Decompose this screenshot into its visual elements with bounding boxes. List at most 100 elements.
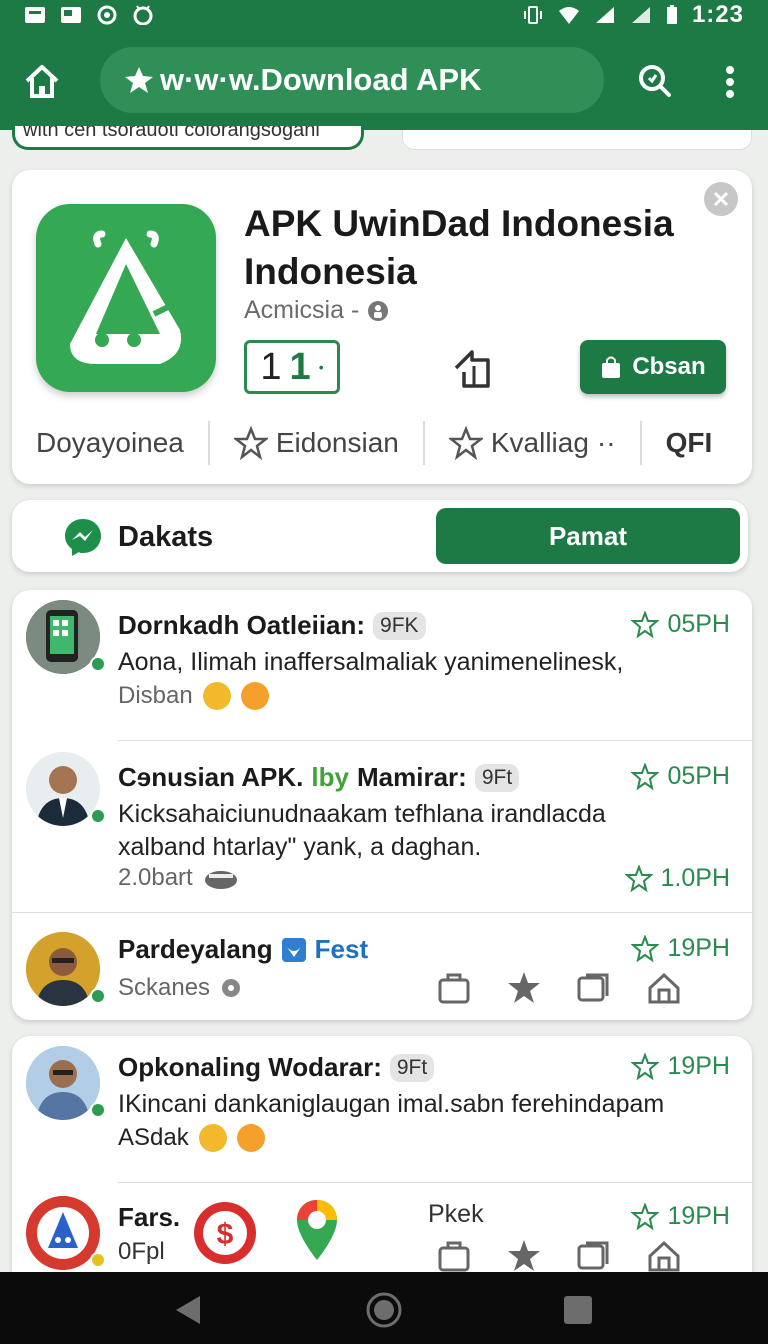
cards-icon[interactable] [576, 970, 612, 1006]
star-icon [125, 67, 153, 93]
rating-digit: 1 [260, 345, 282, 388]
rating-box: 1 1 • [244, 340, 340, 394]
star-outline-icon [631, 1202, 660, 1230]
star-outline-icon [448, 426, 483, 460]
more-vert-icon[interactable] [720, 62, 740, 102]
review-sub: 0Fрl [118, 1238, 165, 1265]
cards-icon[interactable] [576, 1238, 612, 1274]
review-badge: 9Ft [474, 763, 520, 792]
review-time[interactable]: 19PH [631, 1052, 730, 1081]
star-filled-icon[interactable] [506, 1238, 542, 1274]
review-item[interactable]: Pardeyalang Fest 19PH Sckanes [12, 914, 752, 1014]
review-sub: ASdak [118, 1124, 265, 1152]
avatar [26, 600, 100, 674]
battery-icon [666, 5, 677, 24]
angry-emoji-icon [240, 682, 269, 710]
review-item[interactable]: Opkonaling Wodarar: 9Ft 19PH IKincani da… [12, 1036, 752, 1182]
avatar [26, 1046, 100, 1120]
avatar [26, 932, 100, 1006]
image-icon [61, 7, 81, 23]
review-time[interactable]: 19PH [631, 934, 730, 963]
developer-row[interactable]: Acmicsia - [244, 296, 389, 325]
info-icon [368, 300, 389, 321]
install-button[interactable]: Cbsan [580, 340, 726, 394]
review-sub: Disban [118, 682, 269, 710]
dizzy-emoji-icon [198, 1124, 227, 1152]
svg-text:$: $ [217, 1218, 234, 1251]
star-outline-icon [631, 934, 660, 962]
online-dot [90, 988, 106, 1004]
home-icon[interactable] [22, 62, 62, 102]
home-nav-icon[interactable] [366, 1292, 402, 1328]
meta-category: Doyayoinea [12, 421, 210, 465]
divider [118, 1182, 752, 1183]
review-actions [436, 1238, 682, 1274]
review-time[interactable]: 05PH [631, 610, 730, 639]
online-dot [90, 808, 106, 824]
online-dot [90, 1102, 106, 1118]
back-icon[interactable] [172, 1294, 204, 1326]
review-time-secondary[interactable]: 1.0PH [624, 864, 730, 893]
app-bar: w·w·w.Download APK [0, 30, 768, 130]
partial-chip[interactable]: with ceh tsorauoti colorangsogani [12, 126, 364, 150]
maps-pin-icon[interactable] [294, 1198, 340, 1262]
bag-outline-icon[interactable] [436, 1238, 472, 1274]
divider [12, 912, 752, 913]
star-outline-icon [631, 610, 660, 638]
review-author: Dornkadh Oatleiian: 9FK [118, 610, 426, 641]
review-badge: 9Ft [389, 1053, 435, 1082]
tab-bar: Dakats Pamat [12, 500, 748, 572]
android-icon [133, 5, 153, 25]
system-nav-bar [0, 1272, 768, 1344]
review-item[interactable]: Cɘnusian APK. lby Mamirar: 9Ft 05PH Kick… [12, 742, 752, 912]
angry-emoji-icon [236, 1124, 265, 1152]
bag-outline-icon[interactable] [436, 970, 472, 1006]
review-actions [436, 970, 682, 1006]
app-title: APK UwinDad Indonesia Indonesia [244, 203, 674, 292]
app-info-card: APK UwinDad Indonesia Indonesia Acmicsia… [12, 170, 752, 484]
review-author: Opkonaling Wodarar: 9Ft [118, 1052, 435, 1083]
meta-quality: Kvalliag ·· [425, 421, 642, 465]
online-dot [90, 1252, 106, 1268]
signal-2-icon [631, 7, 650, 23]
url-bar[interactable]: w·w·w.Download APK [100, 47, 604, 113]
recents-icon[interactable] [564, 1296, 592, 1324]
url-text: w·w·w.Download APK [160, 62, 482, 97]
review-text: IKincani dankaniglaugan imal.sabn ferehi… [118, 1090, 665, 1118]
install-label: Cbsan [632, 353, 706, 380]
rating-digit-accent: 1 [289, 345, 311, 388]
reviews-list: Dornkadh Oatleiian: 9FK 05PH Aona, Ilima… [12, 590, 752, 1020]
tab-dakats[interactable]: Dakats [62, 516, 213, 558]
online-dot [90, 656, 106, 672]
review-sub: Sckanes [118, 974, 242, 1002]
sync-icon [97, 5, 117, 25]
rating-dot-icon: • [318, 359, 324, 375]
home-outline-icon[interactable] [646, 970, 682, 1006]
reviews-list-2: Opkonaling Wodarar: 9Ft 19PH IKincani da… [12, 1036, 752, 1296]
clock: 1:23 [691, 1, 744, 28]
tab-pamat[interactable]: Pamat [436, 508, 740, 564]
info-icon [222, 979, 241, 997]
message-icon [25, 7, 45, 23]
close-icon[interactable] [704, 182, 738, 216]
avatar [26, 752, 100, 826]
search-icon[interactable] [636, 62, 672, 98]
review-time[interactable]: 05PH [631, 762, 730, 791]
wifi-icon [558, 7, 579, 24]
android-logo-icon [70, 230, 182, 364]
star-outline-icon [624, 864, 653, 892]
car-icon [204, 871, 237, 889]
star-filled-icon[interactable] [506, 970, 542, 1006]
home-outline-icon[interactable] [646, 1238, 682, 1274]
dollar-icon[interactable]: $ [192, 1200, 258, 1266]
review-text: Kicksahaiciunudnaakam tefhlana irandlacd… [118, 800, 606, 861]
review-text: Aona, Ilimah inaffersalmaliak yanimeneli… [118, 648, 624, 676]
review-time[interactable]: 19PH [631, 1202, 730, 1231]
review-item[interactable]: Dornkadh Oatleiian: 9FK 05PH Aona, Ilima… [12, 590, 752, 740]
share-icon[interactable] [452, 346, 496, 390]
meta-size: QFI [665, 427, 713, 458]
review-mid-label: Pkek [428, 1200, 484, 1228]
review-author: Fars. [118, 1202, 181, 1232]
star-outline-icon [631, 762, 660, 790]
meta-rating: Eidonsian [210, 421, 425, 465]
